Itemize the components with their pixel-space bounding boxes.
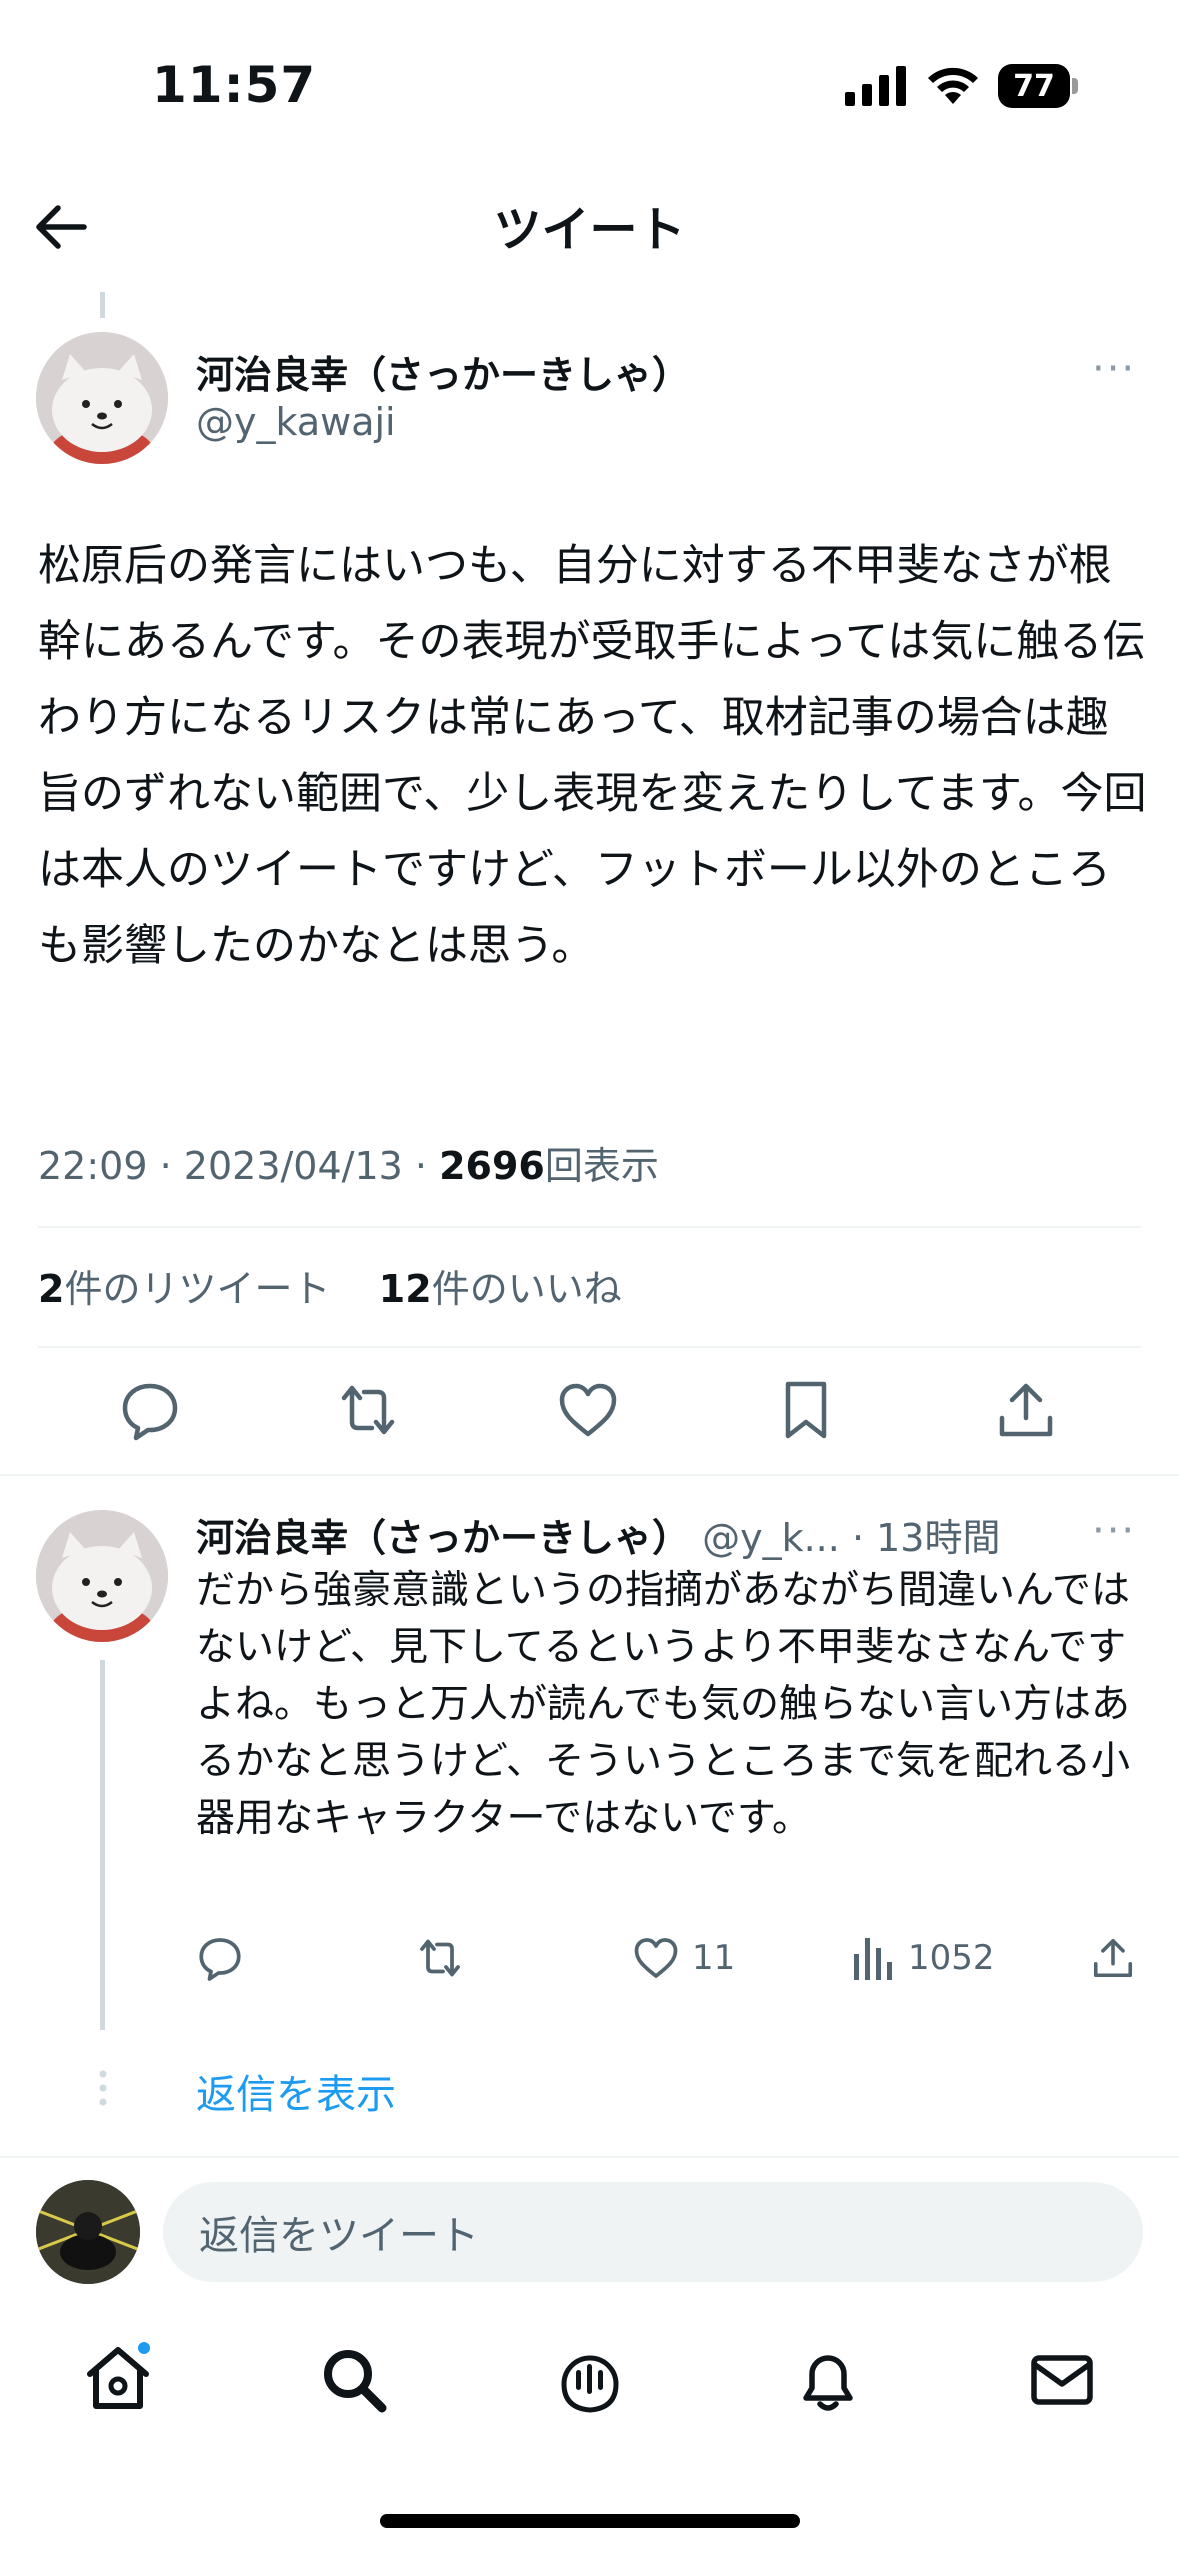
battery-indicator: 77 [998, 64, 1080, 108]
likes-stat[interactable]: 12件のいいね [379, 1267, 622, 1311]
share-icon[interactable] [1090, 1934, 1136, 1982]
reply-views-count: 1052 [908, 1938, 995, 1978]
home-icon[interactable] [82, 2342, 154, 2414]
page-title: ツイート [493, 202, 686, 258]
avatar-dog-image [36, 1510, 168, 1642]
divider [0, 1474, 1179, 1476]
avatar[interactable] [36, 332, 168, 464]
home-indicator[interactable] [380, 2514, 800, 2528]
share-icon[interactable] [994, 1378, 1058, 1442]
bookmark-icon[interactable] [774, 1378, 838, 1442]
divider [0, 2156, 1179, 2158]
battery-cap [1072, 78, 1078, 94]
more-options-icon[interactable]: ··· [1092, 346, 1136, 392]
like-icon [634, 1938, 678, 1978]
views-icon [854, 1938, 892, 1980]
meta-separator: · [414, 1144, 428, 1188]
search-icon[interactable] [318, 2344, 390, 2416]
reply-text: だから強豪意識というの指摘があながち間違いんではないけど、見下してるというより不… [196, 1568, 1131, 1841]
like-icon[interactable] [556, 1378, 620, 1442]
reply-icon[interactable] [118, 1378, 182, 1442]
thread-connector [100, 292, 105, 318]
current-user-avatar[interactable] [36, 2180, 140, 2284]
divider [38, 1346, 1141, 1348]
likes-label: 件のいいね [431, 1267, 622, 1311]
tweet-date: 2023/04/13 [183, 1144, 403, 1188]
more-replies-dots-icon [99, 2070, 107, 2106]
tweet-stats: 2件のリツイート 12件のいいね [38, 1258, 622, 1313]
wifi-icon [928, 67, 978, 104]
likes-count: 12 [378, 1267, 432, 1311]
battery-level: 77 [998, 64, 1070, 108]
reply-time: · 13時間 [851, 1516, 1001, 1560]
views-label: 回表示 [544, 1144, 659, 1188]
avatar-dog-image [36, 332, 168, 464]
tweet-time: 22:09 [38, 1144, 148, 1188]
retweets-count: 2 [38, 1267, 65, 1311]
author-name[interactable]: 河治良幸（さっかーきしゃ） [196, 344, 690, 399]
show-replies-link[interactable]: 返信を表示 [196, 2062, 396, 2120]
reply-icon[interactable] [196, 1934, 244, 1982]
thread-connector [100, 1660, 105, 2030]
divider [38, 1226, 1141, 1228]
reply-author-handle[interactable]: @y_k... [702, 1516, 840, 1560]
reply-compose-input[interactable]: 返信をツイート [163, 2182, 1143, 2282]
tweet-meta: 22:09 · 2023/04/13 · 2696回表示 [38, 1135, 659, 1190]
spaces-icon[interactable] [554, 2344, 626, 2416]
views-count: 2696 [439, 1144, 545, 1188]
reply-more-options-icon[interactable]: ··· [1092, 1508, 1136, 1554]
user-avatar-image [36, 2180, 140, 2284]
reply-avatar[interactable] [36, 1510, 168, 1642]
reply-like[interactable]: 11 [632, 1934, 735, 1982]
reply-author-name[interactable]: 河治良幸（さっかーきしゃ） [196, 1516, 690, 1560]
messages-icon[interactable] [1026, 2344, 1098, 2416]
status-time: 11:57 [152, 56, 317, 114]
retweets-label: 件のリツイート [64, 1267, 331, 1311]
reply-likes-count: 11 [692, 1938, 736, 1978]
author-handle[interactable]: @y_kawaji [196, 400, 396, 444]
meta-separator: · [159, 1144, 172, 1188]
reply-header: 河治良幸（さっかーきしゃ） @y_k... · 13時間 [196, 1507, 1146, 1562]
notifications-icon[interactable] [792, 2344, 864, 2416]
retweets-stat[interactable]: 2件のリツイート [38, 1267, 330, 1311]
reply-views[interactable]: 1052 [852, 1934, 995, 1982]
retweet-icon[interactable] [336, 1378, 400, 1442]
compose-placeholder: 返信をツイート [199, 2213, 479, 2259]
tweet-text: 松原后の発言にはいつも、自分に対する不甲斐なさが根幹にあるんです。その表現が受取… [38, 541, 1147, 971]
retweet-icon[interactable] [414, 1934, 466, 1982]
cellular-signal-icon [845, 66, 906, 106]
